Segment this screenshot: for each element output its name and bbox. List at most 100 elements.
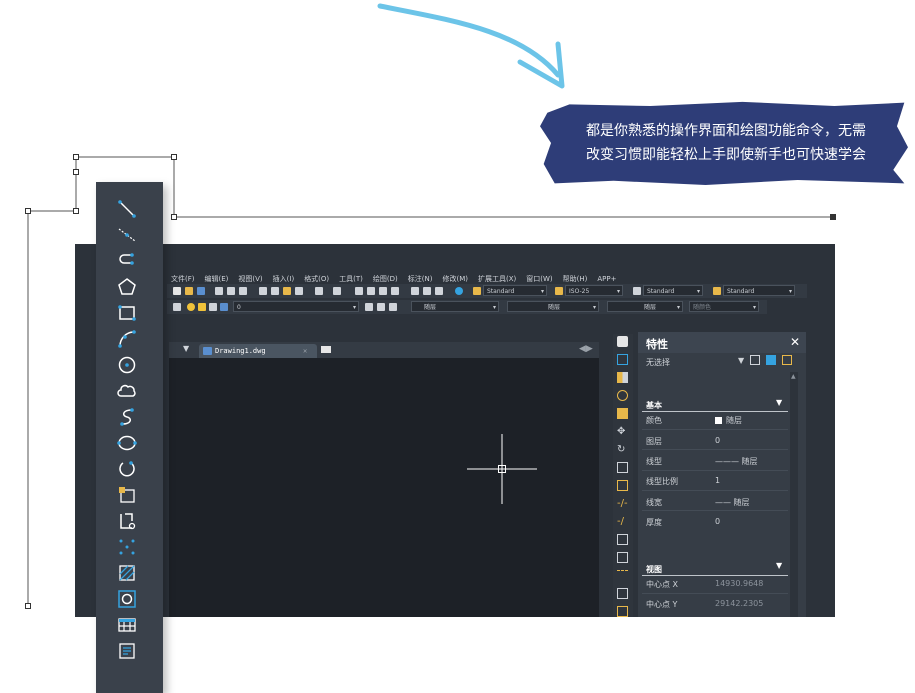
prop-value-layer[interactable]: 0 xyxy=(715,436,720,445)
layer-plot-icon xyxy=(220,303,228,311)
pan-icon[interactable] xyxy=(355,287,363,295)
document-tab[interactable]: Drawing1.dwg ✕ xyxy=(199,344,317,358)
copy-icon[interactable] xyxy=(271,287,279,295)
document-tab-bar: ▼ Drawing1.dwg ✕ ◀▶ xyxy=(169,342,599,358)
revision-cloud-icon[interactable] xyxy=(116,380,138,402)
open-folder-icon[interactable] xyxy=(185,287,193,295)
properties-scrollbar[interactable]: ▲ xyxy=(790,372,798,617)
join-icon[interactable] xyxy=(617,552,628,563)
mirror-icon[interactable] xyxy=(617,372,628,383)
polygon-icon[interactable] xyxy=(116,276,138,298)
match-properties-icon[interactable] xyxy=(295,287,303,295)
fillet-icon[interactable] xyxy=(617,588,628,599)
cut-icon[interactable] xyxy=(259,287,267,295)
copy-object-icon[interactable] xyxy=(617,354,628,365)
color-select[interactable]: 随层 xyxy=(411,301,499,312)
selection-select[interactable]: 无选择 xyxy=(646,357,670,368)
new-file-icon[interactable] xyxy=(173,287,181,295)
section-view-chevron-icon[interactable]: ▼ xyxy=(776,561,782,570)
table-style-select[interactable]: Standard xyxy=(643,285,703,296)
table-style-icon xyxy=(633,287,641,295)
break-icon[interactable] xyxy=(617,534,628,545)
ellipse-icon[interactable] xyxy=(116,432,138,454)
arc-icon[interactable] xyxy=(116,328,138,350)
create-block-icon[interactable] xyxy=(116,510,138,532)
section-basic-title[interactable]: 基本 xyxy=(646,400,662,411)
prop-label-lineweight: 线宽 xyxy=(646,498,662,507)
prop-value-linetype[interactable]: ——— 随层 xyxy=(715,456,758,467)
close-icon[interactable]: ✕ xyxy=(790,335,800,349)
quick-select-icon[interactable] xyxy=(782,355,792,365)
tab-list-dropdown-icon[interactable]: ▼ xyxy=(183,344,189,353)
scroll-up-icon[interactable]: ▲ xyxy=(791,373,796,380)
trim-icon[interactable]: -/- xyxy=(617,498,628,509)
redo-icon[interactable] xyxy=(333,287,341,295)
lineweight-select[interactable]: 随层 xyxy=(607,301,683,312)
properties-panel: 特性 ✕ 无选择 ▼ ▲ 基本 ▼ 颜色 随层 图层 0 线型 ——— 随层 线… xyxy=(638,332,806,617)
prop-value-thickness[interactable]: 0 xyxy=(715,517,720,526)
help-icon[interactable] xyxy=(455,287,463,295)
layer-state-icon[interactable] xyxy=(389,303,397,311)
explode-icon[interactable] xyxy=(617,606,628,617)
section-basic-chevron-icon[interactable]: ▼ xyxy=(776,398,782,407)
draw-toolbar xyxy=(96,182,163,693)
select-objects-icon[interactable] xyxy=(766,355,776,365)
prop-value-lineweight[interactable]: —— 随层 xyxy=(715,497,750,508)
point-icon[interactable] xyxy=(116,536,138,558)
spline-icon[interactable] xyxy=(116,406,138,428)
zoom-window-icon[interactable] xyxy=(379,287,387,295)
close-tab-icon[interactable]: ✕ xyxy=(303,344,307,358)
ellipse-arc-icon[interactable] xyxy=(116,458,138,480)
hatch-icon[interactable] xyxy=(116,562,138,584)
publish-icon[interactable] xyxy=(239,287,247,295)
zoom-previous-icon[interactable] xyxy=(391,287,399,295)
print-preview-icon[interactable] xyxy=(227,287,235,295)
chevron-down-icon[interactable]: ▼ xyxy=(738,356,744,365)
move-icon[interactable]: ✥ xyxy=(617,426,628,437)
undo-icon[interactable] xyxy=(315,287,323,295)
print-icon[interactable] xyxy=(215,287,223,295)
construction-line-icon[interactable] xyxy=(116,224,138,246)
layer-on-icon xyxy=(187,303,195,311)
tab-scroll-icon[interactable]: ◀▶ xyxy=(579,344,593,354)
region-icon[interactable] xyxy=(116,588,138,610)
scale-icon[interactable] xyxy=(617,462,628,473)
new-tab-icon[interactable] xyxy=(321,346,331,353)
insert-block-icon[interactable] xyxy=(116,484,138,506)
polyline-icon[interactable] xyxy=(116,250,138,272)
toggle-pickadd-icon[interactable] xyxy=(750,355,760,365)
prop-value-linetype-scale[interactable]: 1 xyxy=(715,476,720,485)
paste-icon[interactable] xyxy=(283,287,291,295)
layer-select[interactable]: 0 xyxy=(233,301,359,312)
design-center-icon[interactable] xyxy=(423,287,431,295)
linetype-select[interactable]: 随层 xyxy=(507,301,599,312)
cad-app-window: 文件(F) 编辑(E) 视图(V) 插入(I) 格式(O) 工具(T) 绘图(D… xyxy=(75,244,835,617)
dim-style-select[interactable]: ISO-25 xyxy=(565,285,623,296)
line-icon[interactable] xyxy=(116,198,138,220)
layer-previous-icon[interactable] xyxy=(377,303,385,311)
rectangle-icon[interactable] xyxy=(116,302,138,324)
properties-icon[interactable] xyxy=(411,287,419,295)
stretch-icon[interactable] xyxy=(617,480,628,491)
save-icon[interactable] xyxy=(197,287,205,295)
prop-label-thickness: 厚度 xyxy=(646,518,662,527)
text-style-select[interactable]: Standard xyxy=(483,285,547,296)
circle-icon[interactable] xyxy=(116,354,138,376)
array-icon[interactable] xyxy=(617,408,628,419)
multileader-style-select[interactable]: Standard xyxy=(723,285,795,296)
table-icon[interactable] xyxy=(116,614,138,636)
extend-icon[interactable]: -/ xyxy=(617,516,628,527)
prop-value-color[interactable]: 随层 xyxy=(726,415,742,426)
tool-palette-icon[interactable] xyxy=(435,287,443,295)
erase-icon[interactable] xyxy=(617,336,628,347)
layer-manager-icon[interactable] xyxy=(173,303,181,311)
make-current-layer-icon[interactable] xyxy=(365,303,373,311)
multiline-text-icon[interactable] xyxy=(116,640,138,662)
plot-style-select[interactable]: 随颜色 xyxy=(689,301,759,312)
section-view-title[interactable]: 视图 xyxy=(646,564,662,575)
zoom-realtime-icon[interactable] xyxy=(367,287,375,295)
rotate-icon[interactable]: ↻ xyxy=(617,444,628,455)
drawing-canvas[interactable] xyxy=(169,358,599,617)
offset-icon[interactable] xyxy=(617,390,628,401)
chamfer-icon[interactable] xyxy=(617,570,628,581)
